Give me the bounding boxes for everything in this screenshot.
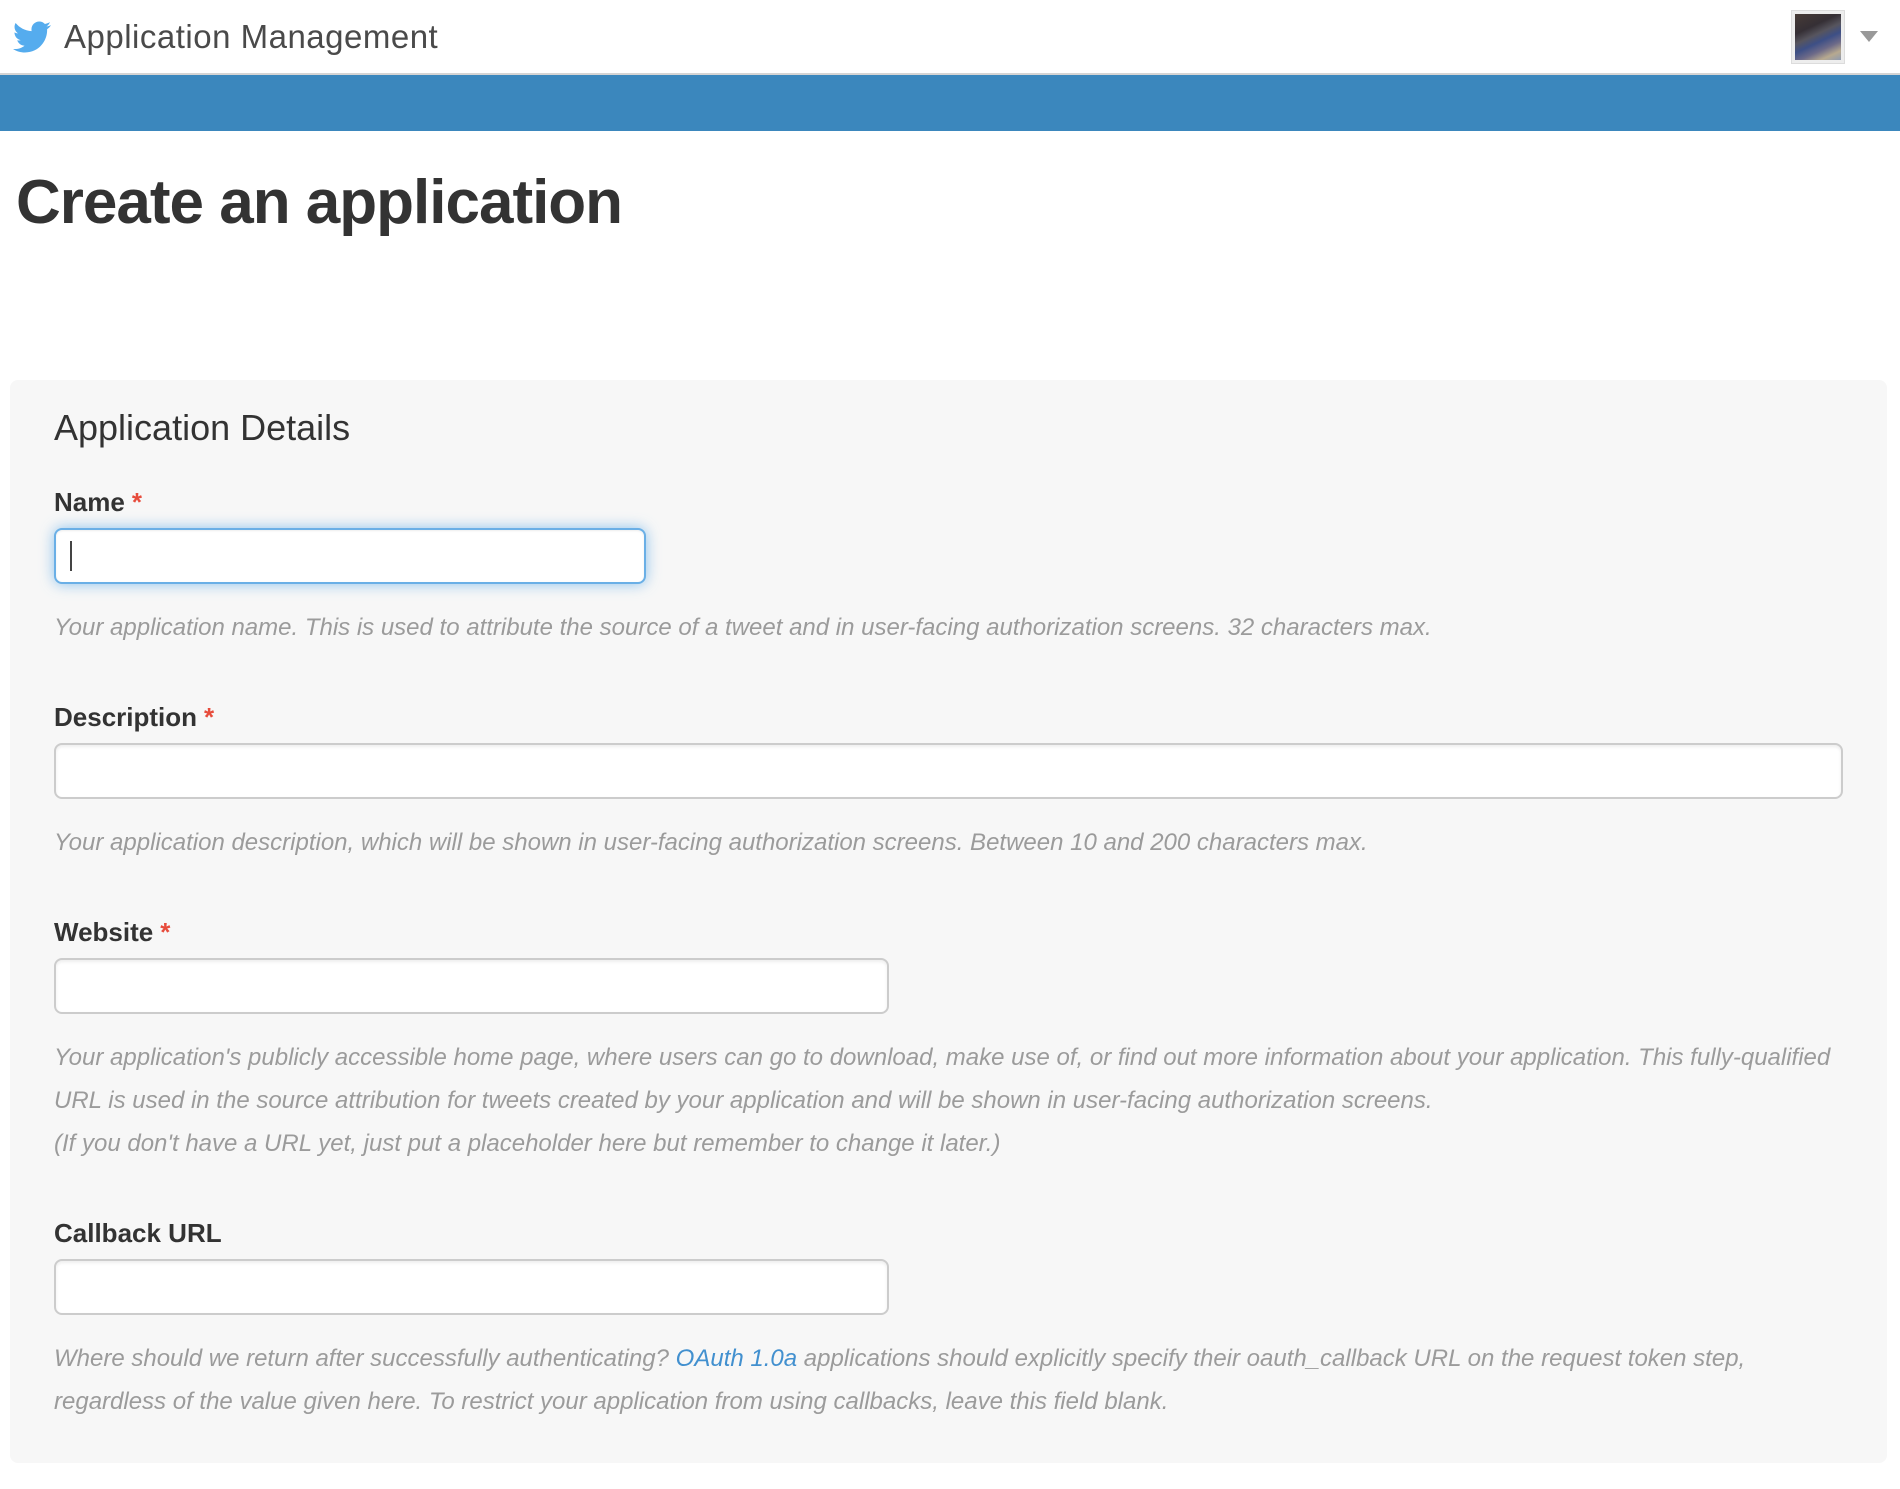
header: Application Management [0, 0, 1900, 73]
website-field-group: Website * Your application's publicly acc… [54, 916, 1843, 1165]
name-field-group: Name * Your application name. This is use… [54, 486, 1843, 649]
description-label: Description * [54, 702, 215, 733]
website-help-paragraph: Your application's publicly accessible h… [54, 1044, 1831, 1115]
description-input[interactable] [54, 743, 1843, 800]
page-title: Create an application [16, 168, 623, 237]
application-details-panel: Application Details Name * Your applicati… [10, 380, 1887, 1464]
required-asterisk: * [204, 702, 215, 733]
avatar[interactable] [1791, 9, 1845, 64]
callback-field-group: Callback URL Where should we return afte… [54, 1217, 1843, 1423]
callback-help-paragraph: Where should we return after successfull… [54, 1345, 1746, 1416]
callback-label: Callback URL [54, 1218, 222, 1249]
required-asterisk: * [160, 917, 171, 948]
callback-input[interactable] [54, 1259, 889, 1316]
website-label: Website * [54, 917, 171, 948]
panel-title: Application Details [54, 407, 351, 449]
text-cursor [70, 541, 72, 572]
name-label: Name * [54, 487, 142, 518]
required-asterisk: * [131, 487, 142, 518]
user-avatar-photo [1795, 13, 1841, 60]
account-menu[interactable] [1791, 9, 1878, 64]
name-help-text: Your application name. This is used to a… [54, 614, 1432, 642]
app-title: Application Management [64, 17, 439, 55]
website-help-text: Your application's publicly accessible h… [54, 1036, 1843, 1165]
oauth-link[interactable]: OAuth 1.0a [676, 1345, 797, 1372]
description-field-group: Description * Your application descriptio… [54, 701, 1843, 864]
website-input[interactable] [54, 958, 889, 1015]
twitter-bird-icon[interactable] [10, 18, 54, 56]
callback-help-text: Where should we return after successfull… [54, 1337, 1843, 1423]
website-help-note: (If you don't have a URL yet, just put a… [54, 1130, 1001, 1158]
description-help-text: Your application description, which will… [54, 829, 1368, 857]
nav-blue-bar [0, 73, 1900, 131]
name-input[interactable] [54, 528, 646, 585]
chevron-down-icon[interactable] [1860, 31, 1878, 42]
